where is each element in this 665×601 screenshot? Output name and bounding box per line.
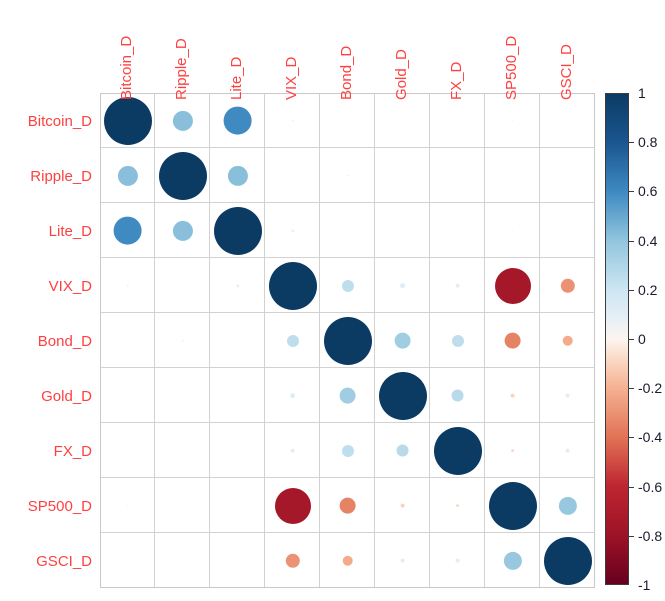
column-label-bitcoin-d: Bitcoin_D [117, 35, 135, 100]
colorbar-tick-label: 0.2 [638, 281, 658, 298]
colorbar-tick-label: 0 [638, 331, 646, 347]
colorbar-tick [629, 290, 634, 291]
colorbar-tick [629, 339, 634, 340]
colorbar-tick [629, 487, 634, 488]
column-label-vix-d: VIX_D [282, 56, 300, 100]
correlation-matrix-plot: Bitcoin_D Ripple_D Lite_D VIX_D Bond_D Gold_D… [0, 0, 665, 601]
colorbar-tick [629, 241, 634, 242]
colorbar-tick [629, 142, 634, 143]
colorbar-tick-label: 1 [638, 85, 646, 101]
column-label-lite-d: Lite_D [227, 56, 245, 100]
row-label-lite-d: Lite_D [48, 222, 92, 240]
colorbar-tick [629, 437, 634, 438]
column-label-gold-d: Gold_D [392, 49, 410, 100]
colorbar-tick-label: -1 [638, 577, 651, 593]
colorbar-tick-label: -0.2 [638, 380, 663, 397]
column-label-bond-d: Bond_D [337, 45, 355, 100]
row-label-ripple-d: Ripple_D [30, 167, 92, 185]
colorbar-tick [629, 191, 634, 192]
column-label-fx-d: FX_D [447, 61, 465, 100]
row-label-gold-d: Gold_D [41, 387, 92, 405]
colorbar-tick-label: 0.8 [638, 134, 658, 151]
colorbar-tick [629, 388, 634, 389]
row-label-sp500-d: SP500_D [27, 497, 92, 515]
row-label-vix-d: VIX_D [48, 277, 92, 295]
column-label-ripple-d: Ripple_D [172, 38, 190, 100]
colorbar-tick-label: 0.6 [638, 183, 658, 200]
colorbar-legend [605, 93, 629, 585]
row-label-bond-d: Bond_D [37, 332, 92, 350]
matrix-grid-border [100, 93, 595, 588]
column-label-sp500-d: SP500_D [502, 35, 520, 100]
colorbar-tick-label: -0.6 [638, 478, 663, 495]
row-label-bitcoin-d: Bitcoin_D [27, 112, 92, 130]
row-label-fx-d: FX_D [53, 442, 92, 460]
column-label-gsci-d: GSCI_D [557, 44, 575, 100]
colorbar-tick-label: -0.4 [638, 429, 663, 446]
colorbar-tick-label: 0.4 [638, 232, 658, 249]
row-label-gsci-d: GSCI_D [36, 552, 92, 570]
colorbar-tick [629, 536, 634, 537]
colorbar-tick-label: -0.8 [638, 527, 663, 544]
